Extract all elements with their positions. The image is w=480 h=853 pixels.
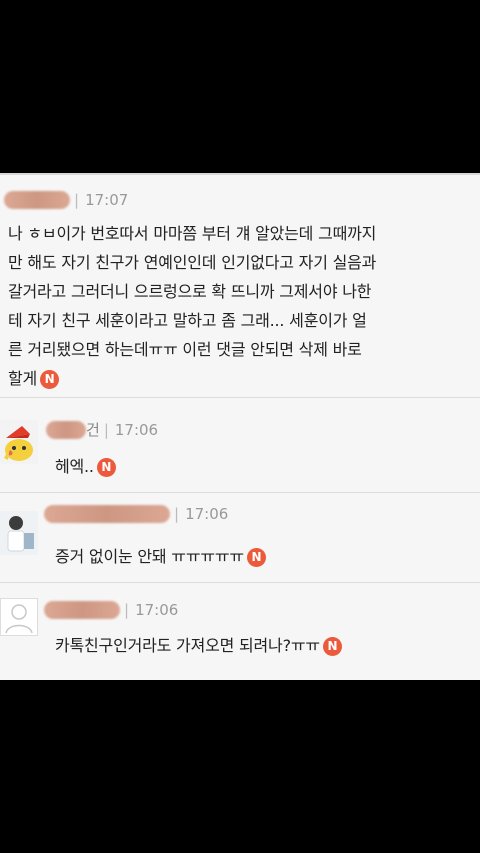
comment-meta: | 17:06 (44, 601, 178, 619)
comment-item: | 17:06 카톡친구인거라도 가져오면 되려나?ㅠㅠ N (0, 583, 480, 680)
comment-time: 17:06 (114, 420, 159, 439)
avatar (0, 511, 38, 555)
comment-time: 17:07 (85, 191, 129, 209)
avatar (0, 420, 38, 464)
comment-time: 17:06 (185, 505, 229, 523)
comment-text: 나 ㅎㅂ이가 번호따서 마마쯤 부터 걔 알았는데 그때까지 만 해도 자기 친… (8, 224, 377, 389)
comment-meta: 건 | 17:06 (46, 419, 158, 440)
new-badge: N (246, 548, 266, 567)
username-tail: 건 (86, 421, 100, 439)
comment-meta: | 17:07 (0, 191, 128, 209)
redacted-username (44, 601, 120, 619)
comment-item: | 17:06 증거 없이눈 안돼 ㅠㅠㅠㅠㅠ N (0, 493, 480, 583)
comment-item: 건 | 17:06 헤엑.. N (0, 398, 480, 493)
comment-list: | 17:07 나 ㅎㅂ이가 번호따서 마마쯤 부터 걔 알았는데 그때까지 만… (0, 173, 480, 680)
new-badge: N (322, 637, 342, 656)
comment-item: | 17:07 나 ㅎㅂ이가 번호따서 마마쯤 부터 걔 알았는데 그때까지 만… (0, 175, 480, 398)
comment-text: 카톡친구인거라도 가져오면 되려나?ㅠㅠ N (55, 631, 342, 660)
redacted-username (44, 505, 170, 523)
comment-text: 헤엑.. N (55, 452, 116, 481)
redacted-username (4, 191, 70, 209)
comment-text: 증거 없이눈 안돼 ㅠㅠㅠㅠㅠ N (55, 542, 266, 571)
new-badge: N (96, 458, 116, 477)
comment-meta: | 17:06 (44, 505, 228, 523)
redacted-username (46, 420, 86, 439)
default-avatar-icon (0, 598, 38, 636)
comment-time: 17:06 (135, 601, 179, 619)
new-badge: N (40, 370, 60, 389)
